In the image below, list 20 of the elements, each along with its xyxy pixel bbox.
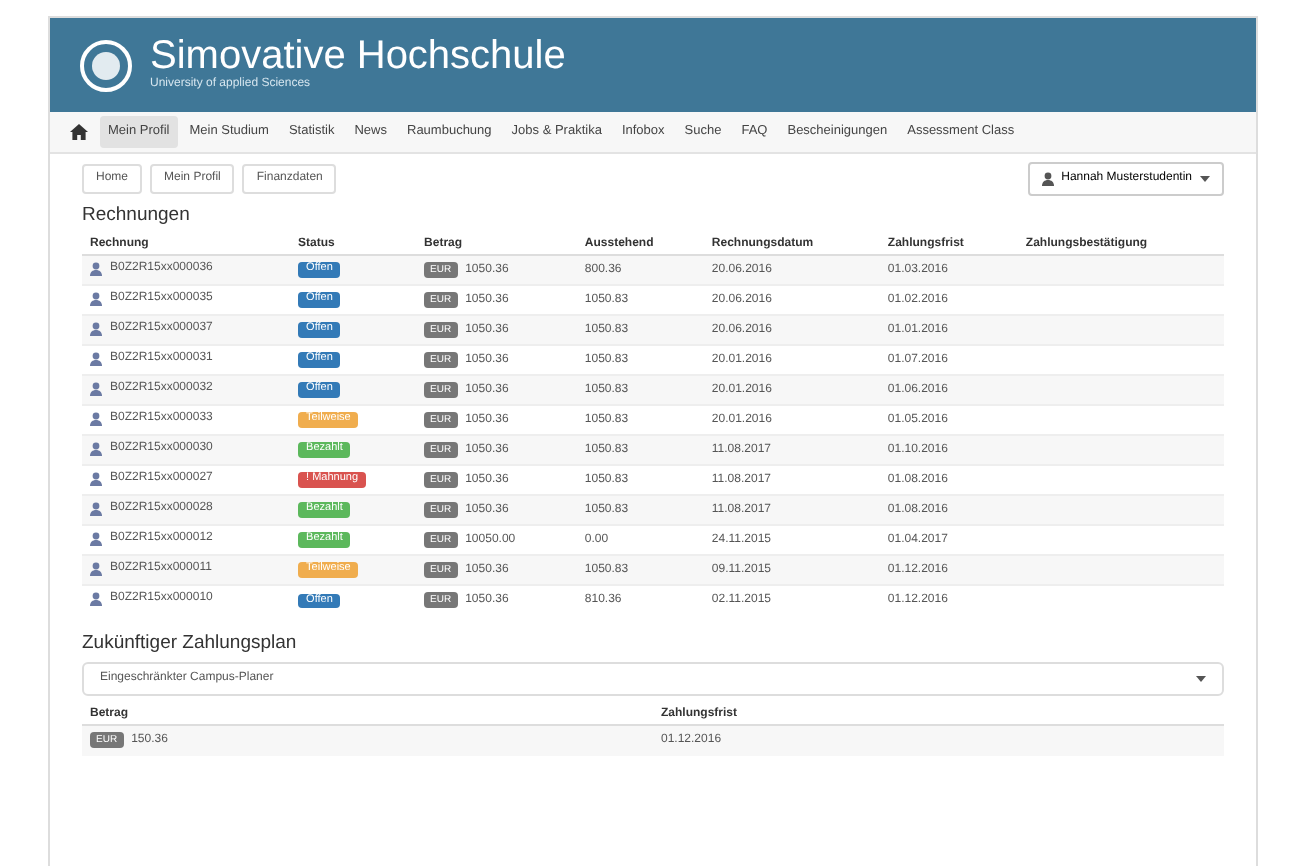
caret-icon	[1196, 676, 1206, 683]
user-icon	[90, 441, 102, 456]
user-icon	[90, 351, 102, 366]
university-seal-icon	[78, 37, 134, 93]
user-icon	[90, 291, 102, 306]
user-icon	[90, 471, 102, 486]
user-icon	[90, 411, 102, 426]
caret-icon	[1200, 175, 1210, 182]
user-icon	[90, 531, 102, 546]
user-icon	[90, 321, 102, 336]
user-icon	[90, 561, 102, 576]
user-icon	[90, 381, 102, 396]
user-icon	[90, 261, 102, 276]
user-icon	[90, 591, 102, 606]
section-title: Rechnungen	[82, 203, 192, 227]
section-title: Zukünftiger Zahlungsplan	[82, 631, 299, 655]
home-icon[interactable]	[70, 123, 88, 140]
user-icon	[90, 501, 102, 516]
site-title: Simovative Hochschule	[150, 36, 566, 76]
user-icon	[1041, 171, 1054, 186]
